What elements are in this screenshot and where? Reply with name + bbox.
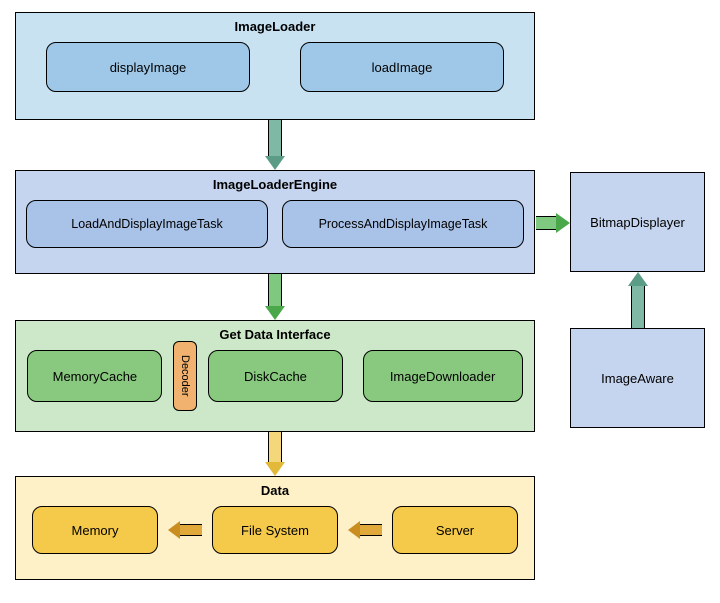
- engine-title: ImageLoaderEngine: [213, 171, 337, 200]
- get-data-box: Get Data Interface MemoryCache Decoder D…: [15, 320, 535, 432]
- engine-box: ImageLoaderEngine LoadAndDisplayImageTas…: [15, 170, 535, 274]
- memory-cache-pill: MemoryCache: [27, 350, 162, 402]
- image-loader-box: ImageLoader displayImage loadImage: [15, 12, 535, 120]
- arrow-loader-to-engine: [265, 120, 285, 170]
- arrow-engine-to-bitmap: [536, 213, 570, 233]
- memory-pill: Memory: [32, 506, 158, 554]
- arrow-filesystem-to-memory: [168, 521, 202, 539]
- image-loader-title: ImageLoader: [235, 13, 316, 42]
- display-image-pill: displayImage: [46, 42, 250, 92]
- load-image-pill: loadImage: [300, 42, 504, 92]
- bitmap-displayer-box: BitmapDisplayer: [570, 172, 705, 272]
- arrow-server-to-filesystem: [348, 521, 382, 539]
- arrow-engine-to-getdata: [265, 274, 285, 320]
- load-display-task-pill: LoadAndDisplayImageTask: [26, 200, 268, 248]
- file-system-pill: File System: [212, 506, 338, 554]
- data-title: Data: [261, 477, 289, 506]
- image-aware-box: ImageAware: [570, 328, 705, 428]
- arrow-getdata-to-data: [265, 432, 285, 476]
- engine-row: LoadAndDisplayImageTask ProcessAndDispla…: [16, 200, 534, 262]
- decoder-pill: Decoder: [173, 341, 197, 411]
- disk-cache-pill: DiskCache: [208, 350, 343, 402]
- image-loader-row: displayImage loadImage: [16, 42, 534, 106]
- bitmap-displayer-label: BitmapDisplayer: [590, 215, 685, 230]
- get-data-row: MemoryCache Decoder DiskCache ImageDownl…: [16, 350, 534, 425]
- server-pill: Server: [392, 506, 518, 554]
- data-box: Data Memory File System Server: [15, 476, 535, 580]
- arrow-imageaware-to-bitmap: [628, 272, 648, 328]
- image-aware-label: ImageAware: [601, 371, 674, 386]
- process-display-task-pill: ProcessAndDisplayImageTask: [282, 200, 524, 248]
- data-row: Memory File System Server: [16, 506, 534, 568]
- get-data-title: Get Data Interface: [219, 321, 330, 350]
- image-downloader-pill: ImageDownloader: [363, 350, 523, 402]
